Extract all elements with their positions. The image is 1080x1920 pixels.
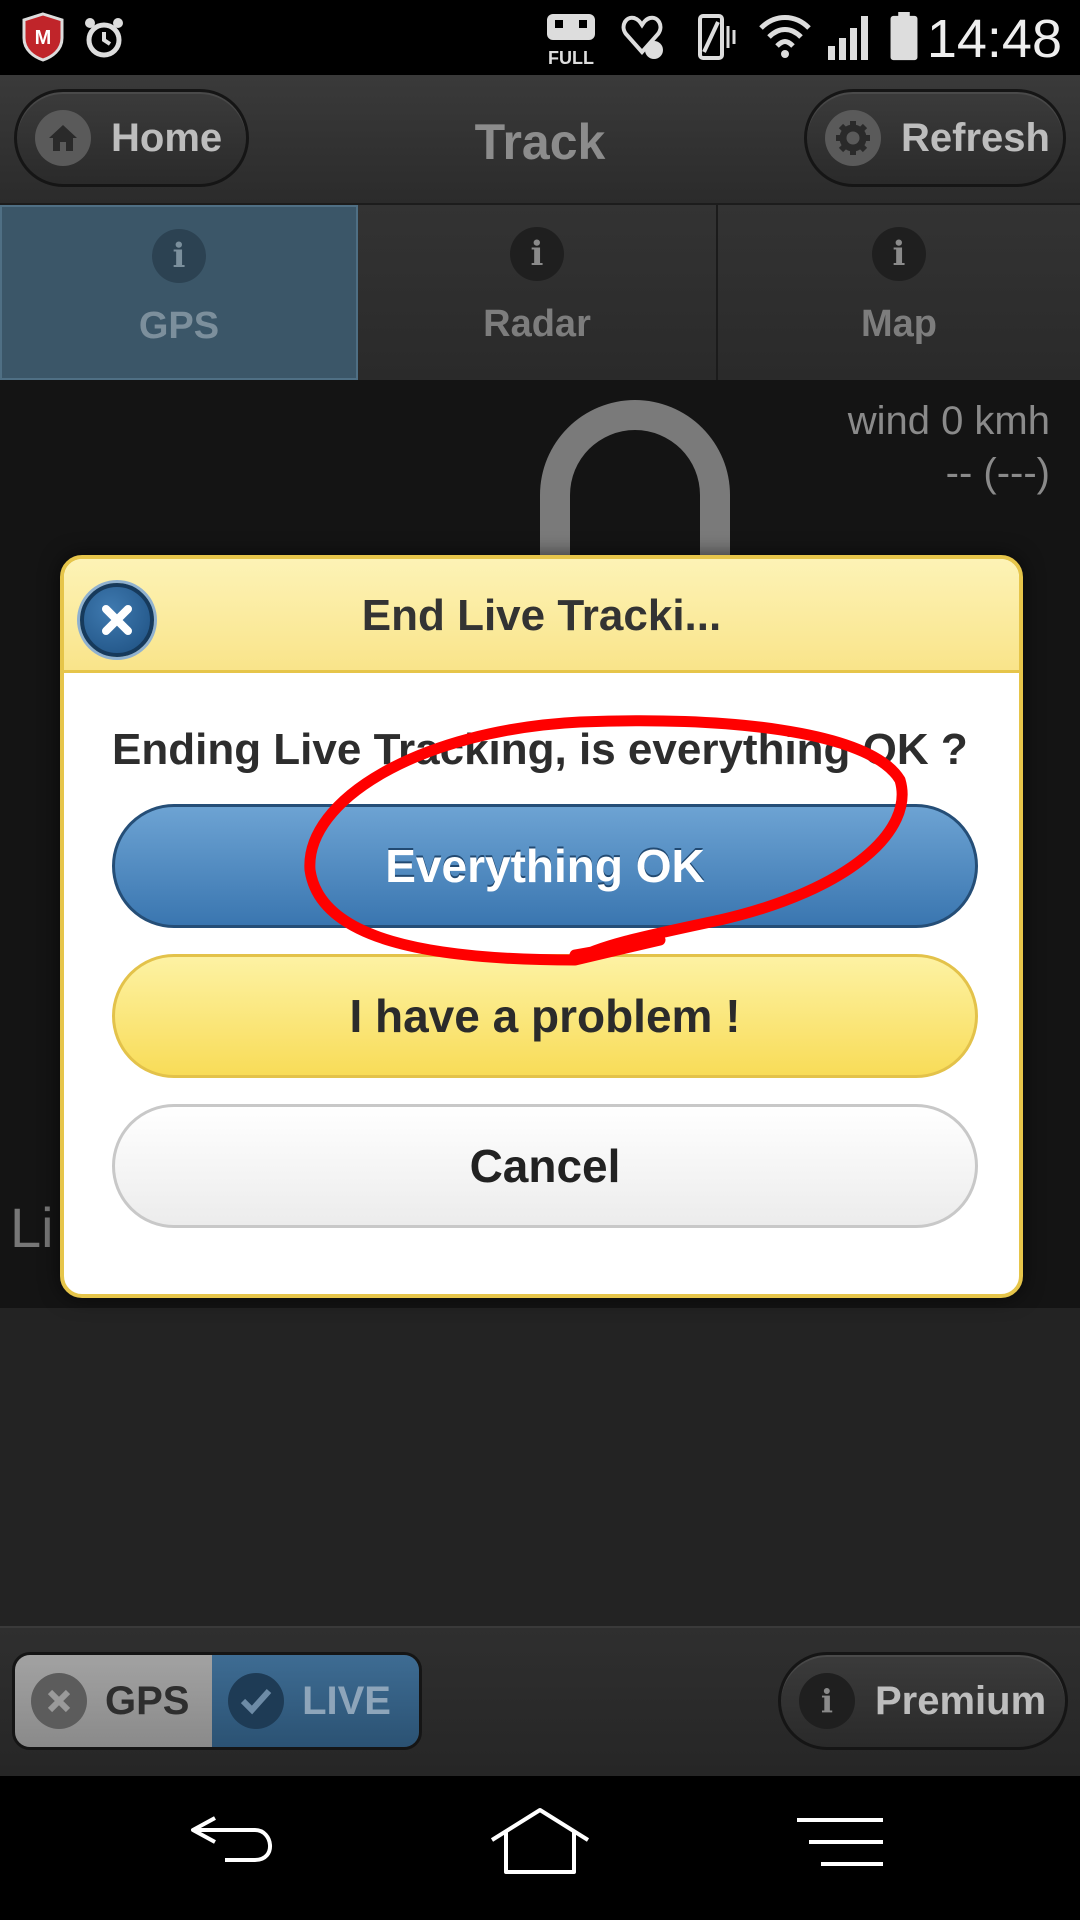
status-bar: M FULL 14:48 [0,0,1080,75]
home-nav-icon[interactable] [488,1806,592,1876]
battery-icon [890,12,918,61]
dialog-title: End Live Tracki... [361,591,722,640]
back-icon[interactable] [185,1806,285,1876]
android-nav-bar [0,1776,1080,1920]
dialog-message: Ending Live Tracking, is everything OK ? [112,725,968,774]
dialog-header: End Live Tracki... [64,559,1019,673]
menu-icon[interactable] [795,1806,885,1876]
cancel-button[interactable]: Cancel [112,1104,978,1228]
signal-icon [828,16,868,60]
wifi-icon [759,15,811,58]
health-icon [621,15,663,59]
status-clock: 14:48 [926,9,1062,69]
svg-text:M: M [35,27,52,49]
mcafee-icon: M [22,12,64,62]
everything-ok-button[interactable]: Everything OK [112,804,978,928]
vibrate-icon [698,14,736,60]
end-tracking-dialog: End Live Tracki... Ending Live Tracking,… [60,555,1023,1298]
alarm-icon [85,18,123,58]
problem-button[interactable]: I have a problem ! [112,954,978,1078]
full-battery-mode-icon: FULL [540,12,602,67]
